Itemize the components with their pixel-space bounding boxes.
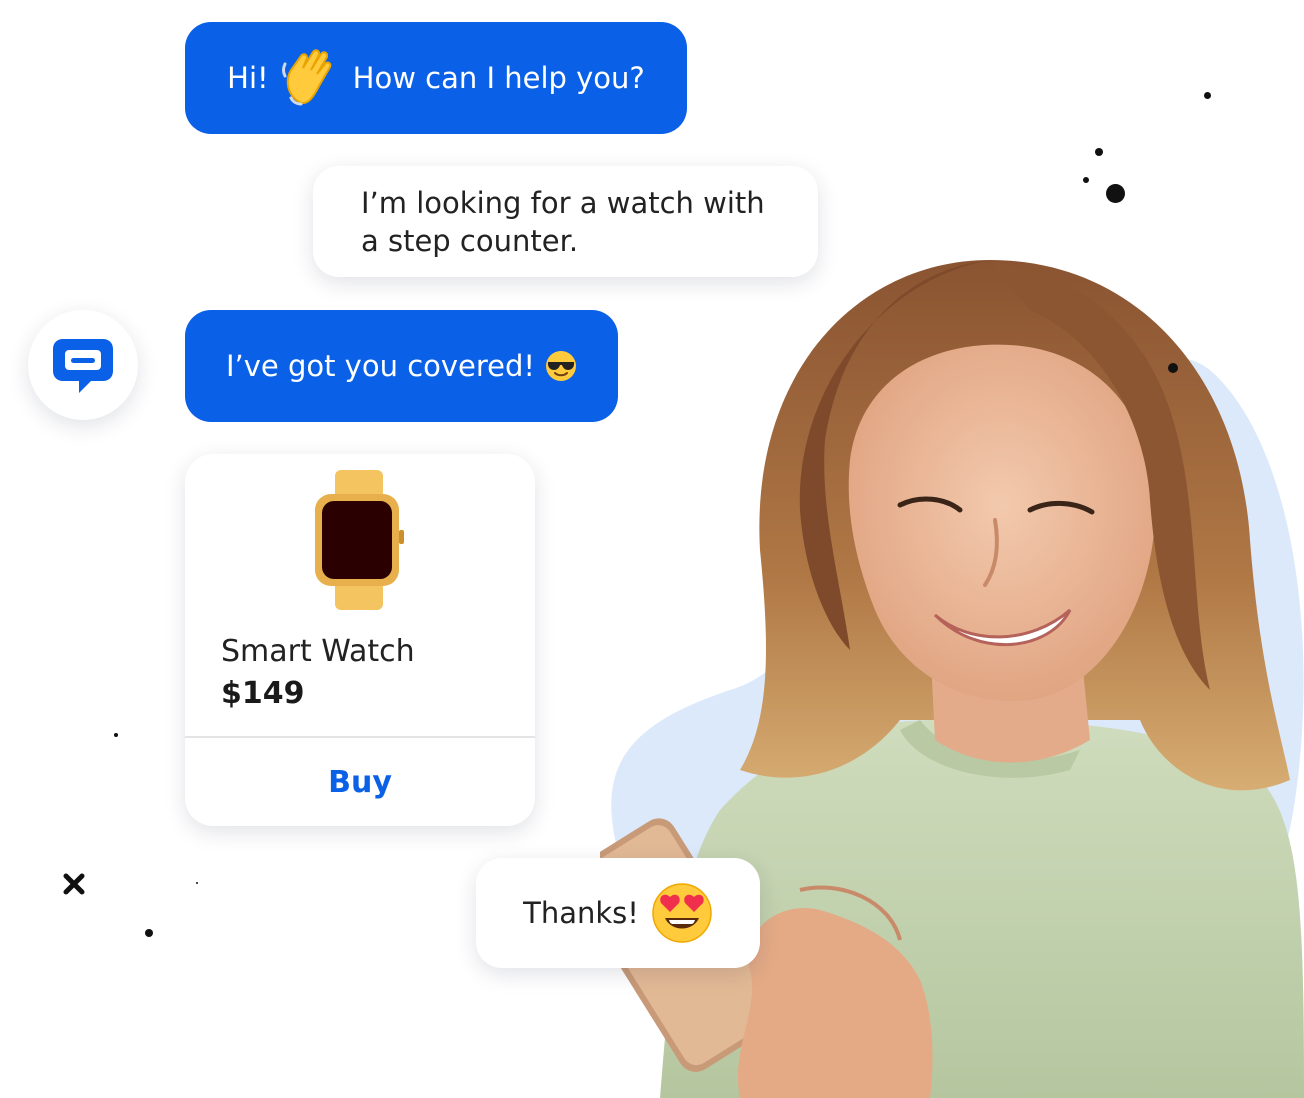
decor-dot [145,929,153,937]
user-request-text: I’m looking for a watch with a step coun… [361,185,765,258]
agent-message-reply: I’ve got you covered! [185,310,618,422]
chat-bubble-logo-icon [53,339,113,393]
decor-dot [1204,92,1211,99]
agent-message-greeting: Hi! How can I help you? [185,22,687,134]
waving-hand-icon [281,49,332,106]
user-message-request: I’m looking for a watch with a step coun… [313,166,818,277]
user-message-thanks: Thanks! [476,858,760,968]
greeting-text-start: Hi! [227,61,269,95]
smart-watch-image [315,470,404,610]
decor-dot [1106,184,1125,203]
decor-dot [196,882,198,884]
agent-reply-text: I’ve got you covered! [225,349,536,383]
buy-button[interactable]: Buy [185,738,535,826]
decor-dot [1168,363,1178,373]
sunglasses-emoji-icon [546,351,577,381]
heart-eyes-emoji-icon [652,883,712,943]
decor-dot [1083,177,1089,183]
greeting-text-end: How can I help you? [352,61,645,95]
decor-dot [114,733,118,737]
product-card: Smart Watch $149 Buy [185,454,535,826]
thanks-text: Thanks! [523,896,639,930]
product-price: $149 [221,676,305,711]
decor-cross-icon [63,873,85,895]
decor-dot [1095,148,1103,156]
person-photo [600,260,1304,1098]
chat-logo [28,310,138,420]
product-name: Smart Watch [221,634,415,669]
